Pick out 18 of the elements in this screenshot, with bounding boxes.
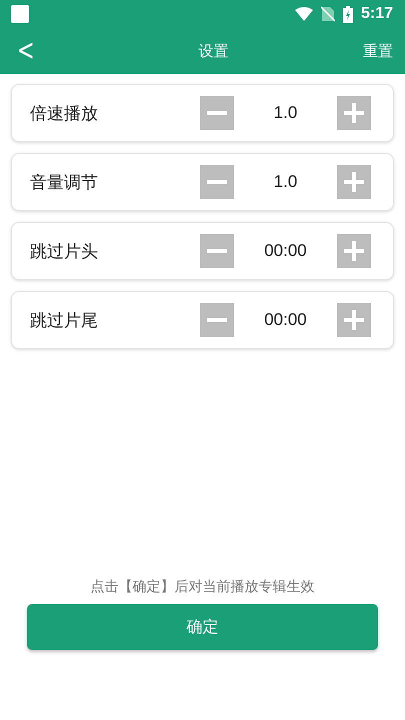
- notification-icon: [11, 5, 29, 23]
- hint-text: 点击【确定】后对当前播放专辑生效: [90, 578, 316, 596]
- setting-value: 1.0: [272, 103, 298, 123]
- setting-label: 音量调节: [30, 172, 99, 194]
- status-time: 5:17: [360, 5, 393, 23]
- setting-label: 倍速播放: [30, 102, 99, 124]
- confirm-button[interactable]: 确定: [27, 604, 378, 650]
- setting-label: 跳过片头: [30, 240, 99, 262]
- setting-value: 00:00: [263, 310, 308, 330]
- no-signal-icon: [320, 6, 335, 22]
- wifi-icon: [294, 7, 313, 21]
- setting-value: 1.0: [272, 172, 298, 192]
- setting-label: 跳过片尾: [30, 310, 99, 332]
- reset-button[interactable]: 重置: [363, 42, 393, 60]
- back-button[interactable]: <: [17, 36, 31, 66]
- setting-value: 00:00: [263, 241, 308, 261]
- battery-icon: [342, 6, 353, 22]
- page-title: 设置: [198, 42, 230, 60]
